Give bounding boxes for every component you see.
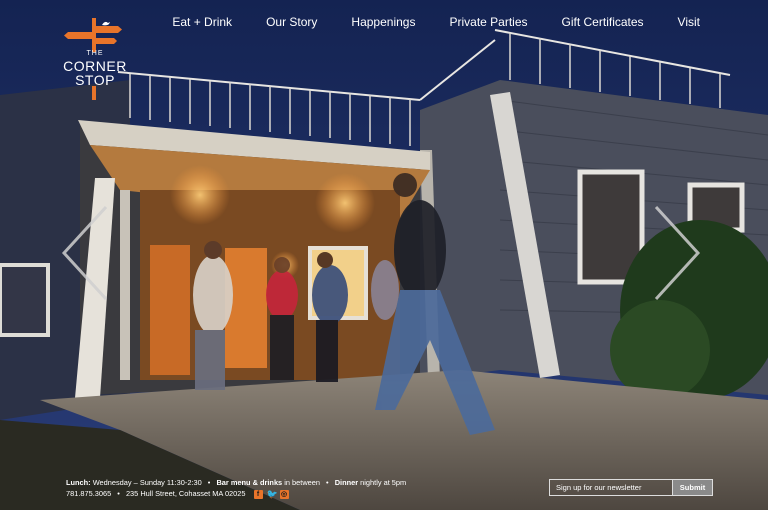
nav-visit[interactable]: Visit	[661, 14, 700, 30]
bar-hours: in between	[284, 478, 320, 487]
social-links: f 🐦 ◎	[253, 489, 289, 499]
nav-happenings[interactable]: Happenings	[334, 14, 432, 30]
nav-our-story[interactable]: Our Story	[249, 14, 334, 30]
chevron-left-icon	[61, 205, 108, 301]
logo[interactable]: THE CORNER STOP	[62, 16, 128, 102]
newsletter-email-input[interactable]	[549, 479, 673, 496]
facebook-icon[interactable]: f	[253, 489, 263, 499]
slider-prev-button[interactable]	[60, 205, 110, 301]
lunch-label: Lunch:	[66, 478, 91, 487]
twitter-icon[interactable]: 🐦	[267, 489, 278, 499]
contact-line: 781.875.3065 • 235 Hull Street, Cohasset…	[66, 488, 406, 499]
nav-private-parties[interactable]: Private Parties	[432, 14, 544, 30]
footer-info: Lunch: Wednesday – Sunday 11:30-2:30 • B…	[66, 477, 406, 499]
address[interactable]: 235 Hull Street, Cohasset MA 02025	[126, 489, 246, 498]
dinner-hours: nightly at 5pm	[360, 478, 407, 487]
phone-number[interactable]: 781.875.3065	[66, 489, 111, 498]
separator: •	[117, 489, 120, 498]
instagram-icon[interactable]: ◎	[279, 489, 289, 499]
newsletter-submit-button[interactable]: Submit	[673, 479, 713, 496]
main-nav: Eat + Drink Our Story Happenings Private…	[155, 14, 700, 30]
logo-stop: STOP	[75, 72, 115, 88]
slider-next-button[interactable]	[652, 205, 702, 301]
bar-label: Bar menu & drinks	[216, 478, 283, 487]
dinner-label: Dinner	[334, 478, 359, 487]
hero-slider: THE CORNER STOP Eat + Drink Our Story Ha…	[0, 0, 768, 510]
newsletter-form: Submit	[549, 479, 713, 496]
nav-gift-certificates[interactable]: Gift Certificates	[545, 14, 661, 30]
separator: •	[207, 478, 211, 487]
chevron-right-icon	[654, 205, 701, 301]
hours-line: Lunch: Wednesday – Sunday 11:30-2:30 • B…	[66, 477, 406, 488]
logo-the: THE	[86, 50, 104, 57]
separator: •	[326, 478, 329, 487]
lunch-hours: Wednesday – Sunday 11:30-2:30	[92, 478, 202, 487]
nav-eat-drink[interactable]: Eat + Drink	[155, 14, 249, 30]
